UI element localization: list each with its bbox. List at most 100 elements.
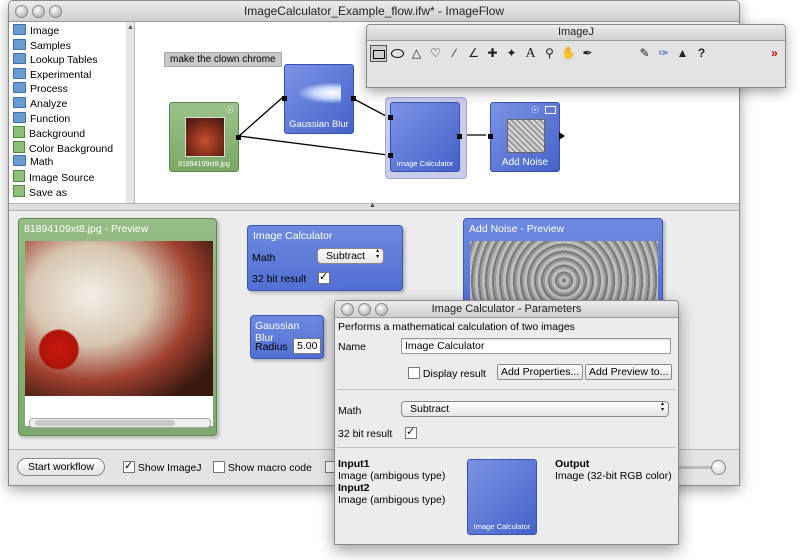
node-settings-icon[interactable]: ☉ (226, 105, 234, 116)
close-window-button[interactable] (341, 303, 354, 316)
input-port-2[interactable] (388, 153, 393, 158)
close-window-button[interactable] (15, 5, 28, 18)
pencil-tool-icon[interactable]: ✎ (636, 45, 653, 62)
input-port-1[interactable] (388, 115, 393, 120)
input1-type: Image (ambigous type) (338, 470, 446, 482)
imagej-window: ImageJ △ ♡ ∕ ∠ ✚ ✦ A ⚲ ✋ ✒ ✎ ✑ ▲ ? » (366, 24, 786, 88)
sidebar-scrollbar[interactable]: ▲ (126, 22, 135, 203)
brush-tool-icon[interactable]: ✑ (655, 45, 672, 62)
node-settings-icon[interactable]: ☉ (531, 105, 539, 116)
minimize-window-button[interactable] (358, 303, 371, 316)
sidebar-item-experimental[interactable]: Experimental (9, 67, 126, 83)
input2-type: Image (ambigous type) (338, 494, 446, 506)
line-tool-icon[interactable]: ∕ (446, 45, 463, 62)
rectangle-tool-icon[interactable] (370, 45, 387, 62)
gaussian-blur-node[interactable]: Gaussian Blur (282, 64, 356, 134)
node-label: Gaussian Blur (289, 119, 349, 130)
node-label: Image Calculator (473, 522, 531, 531)
output-port[interactable] (236, 135, 241, 140)
sidebar-item-function[interactable]: Function (9, 111, 126, 127)
sidebar-item-lookup-tables[interactable]: Lookup Tables (9, 53, 126, 68)
pane-splitter[interactable]: ▲ (9, 202, 739, 211)
params-title-bar[interactable]: Image Calculator - Parameters (335, 301, 678, 318)
node-label: Add Noise (501, 157, 549, 168)
scrollbar-thumb[interactable] (35, 420, 175, 426)
sidebar-item-save-as[interactable]: Save as (9, 184, 126, 200)
sidebar-item-analyze[interactable]: Analyze (9, 96, 126, 112)
calc-math-select[interactable]: Subtract (317, 248, 385, 264)
gauss-radius-input[interactable]: 5.00 (293, 338, 322, 354)
params-bit-label: 32 bit result (338, 428, 393, 440)
params-math-select[interactable]: Subtract (401, 401, 669, 417)
sidebar-item-label: Background (29, 128, 86, 141)
params-bit-checkbox[interactable] (405, 425, 417, 440)
empty-tool-slot[interactable] (750, 45, 767, 62)
folder-icon (13, 53, 26, 65)
name-input[interactable]: Image Calculator (401, 338, 671, 354)
preview-horizontal-scrollbar[interactable] (29, 418, 211, 428)
add-properties-button[interactable]: Add Properties... (497, 364, 584, 380)
zoom-window-button[interactable] (375, 303, 388, 316)
show-imagej-checkbox[interactable] (123, 459, 135, 473)
empty-tool-slot[interactable] (617, 45, 634, 62)
empty-tool-slot[interactable] (731, 45, 748, 62)
sidebar-item-background[interactable]: Background (9, 126, 126, 141)
sidebar-item-math[interactable]: Math (9, 155, 126, 170)
color-picker-icon[interactable]: ✒ (579, 45, 596, 62)
empty-tool-slot[interactable] (598, 45, 615, 62)
comment-note[interactable]: make the clown chrome (164, 52, 282, 67)
calc-bit-checkbox[interactable] (318, 270, 330, 285)
freehand-tool-icon[interactable]: ♡ (427, 45, 444, 62)
output-port[interactable] (351, 96, 356, 101)
start-workflow-button[interactable]: Start workflow (17, 458, 105, 476)
gaussian-blur-panel: Gaussian Blur Radius 5.00 (250, 315, 324, 359)
checkmark-icon (318, 270, 330, 284)
zoom-window-button[interactable] (49, 5, 62, 18)
calc-panel-title: Image Calculator (253, 230, 333, 242)
image-calculator-panel: Image Calculator Math Subtract 32 bit re… (247, 225, 403, 291)
display-result-checkbox[interactable] (408, 367, 420, 379)
zoom-tool-icon[interactable]: ⚲ (541, 45, 558, 62)
add-preview-button[interactable]: Add Preview to... (585, 364, 673, 380)
add-noise-node[interactable]: ☉ Add Noise (488, 102, 565, 172)
display-result-option[interactable]: Display result (408, 367, 486, 380)
scroll-up-arrow-icon[interactable]: ▲ (127, 24, 134, 31)
sidebar-item-label: Math (30, 156, 54, 169)
hand-tool-icon[interactable]: ✋ (560, 45, 577, 62)
main-window-title: ImageCalculator_Example_flow.ifw* - Imag… (243, 4, 505, 18)
sidebar-item-image-source[interactable]: Image Source (9, 169, 126, 185)
sidebar-item-samples[interactable]: Samples (9, 38, 126, 54)
calc-math-value: Subtract (317, 248, 385, 264)
noise-preview-panel: Add Noise - Preview (463, 218, 663, 310)
more-tools-icon[interactable]: » (766, 45, 783, 62)
sidebar-item-label: Color Background (29, 142, 114, 155)
blur-thumbnail (299, 83, 341, 103)
minimize-window-button[interactable] (32, 5, 45, 18)
node-preview-icon[interactable] (545, 106, 556, 114)
image-source-node[interactable]: ☉ 81894109xt8.jpg (169, 102, 241, 172)
main-title-bar[interactable]: ImageCalculator_Example_flow.ifw* - Imag… (9, 1, 739, 22)
show-macro-option[interactable]: Show macro code (213, 461, 312, 474)
flood-fill-icon[interactable]: ▲ (674, 45, 691, 62)
angle-tool-icon[interactable]: ∠ (465, 45, 482, 62)
oval-tool-icon[interactable] (389, 45, 406, 62)
sidebar-item-image[interactable]: Image (9, 24, 126, 39)
empty-tool-slot[interactable] (712, 45, 729, 62)
help-icon[interactable]: ? (693, 45, 710, 62)
image-calculator-node[interactable]: Image Calculator (388, 102, 462, 172)
folder-icon (13, 155, 26, 167)
wand-tool-icon[interactable]: ✦ (503, 45, 520, 62)
zoom-slider-knob[interactable] (711, 460, 726, 475)
text-tool-icon[interactable]: A (522, 45, 539, 62)
output-port[interactable] (457, 134, 462, 139)
sidebar-item-color-background[interactable]: Color Background (9, 140, 126, 156)
show-macro-checkbox[interactable] (213, 461, 225, 473)
sidebar-item-process[interactable]: Process (9, 82, 126, 97)
show-imagej-option[interactable]: Show ImageJ (123, 459, 202, 474)
input-port[interactable] (282, 96, 287, 101)
imagej-title-bar[interactable]: ImageJ (367, 25, 785, 41)
sidebar-item-label: Function (30, 112, 71, 125)
input-port[interactable] (488, 134, 493, 139)
polygon-tool-icon[interactable]: △ (408, 45, 425, 62)
point-tool-icon[interactable]: ✚ (484, 45, 501, 62)
